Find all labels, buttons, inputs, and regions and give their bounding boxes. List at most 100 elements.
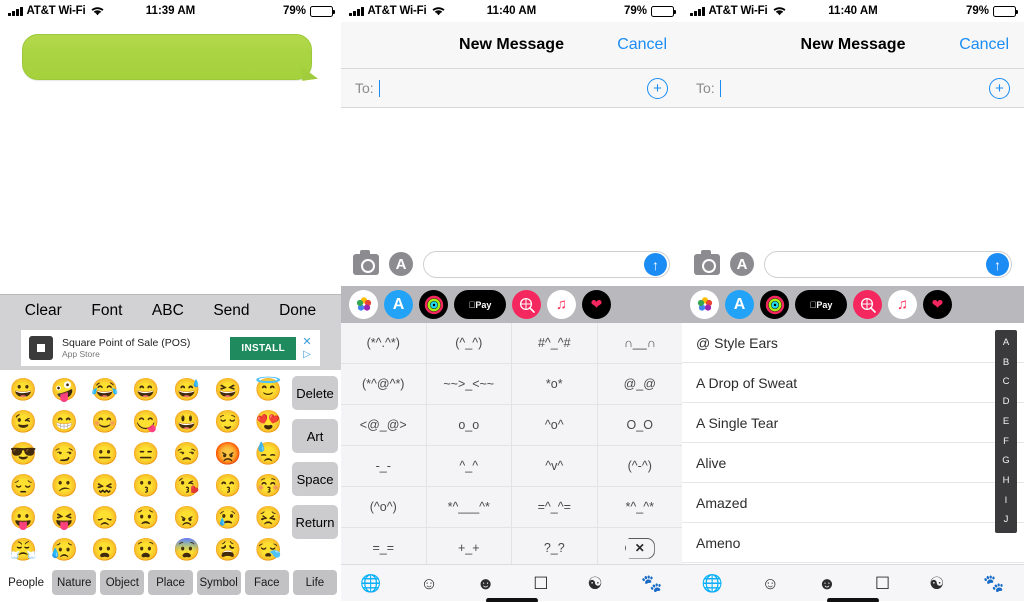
index-letter[interactable]: C bbox=[1003, 372, 1010, 392]
emoji-cell[interactable]: 😦 bbox=[91, 539, 118, 561]
emoji-cell[interactable]: 😉 bbox=[10, 411, 37, 433]
ad-close-icon[interactable]: ✕ bbox=[302, 336, 311, 348]
tab-symbol[interactable]: Symbol bbox=[196, 570, 241, 595]
message-input[interactable]: ↑ bbox=[764, 250, 1012, 278]
send-arrow-icon[interactable]: ↑ bbox=[644, 253, 667, 276]
kaomoji-cell[interactable]: ^v^ bbox=[512, 446, 597, 486]
kaomoji-backspace-cell[interactable]: ✕ bbox=[597, 528, 682, 568]
digital-touch-icon[interactable]: ❤ bbox=[582, 290, 611, 319]
emoji-cell[interactable]: 😪 bbox=[255, 539, 282, 561]
emoji-cell[interactable]: 😁 bbox=[51, 411, 78, 433]
emoji-cell[interactable]: 😇 bbox=[255, 379, 282, 401]
square-face-icon[interactable]: ☐ bbox=[533, 575, 548, 592]
list-item[interactable]: Ameno bbox=[682, 523, 1024, 563]
star-eyes-icon[interactable]: ☻ bbox=[818, 575, 836, 592]
index-letter[interactable]: G bbox=[1002, 451, 1009, 471]
index-letter[interactable]: B bbox=[1003, 353, 1009, 373]
emoji-cell[interactable]: 😓 bbox=[255, 443, 282, 465]
kaomoji-cell[interactable]: ^_^ bbox=[426, 446, 511, 486]
images-search-icon[interactable] bbox=[853, 290, 882, 319]
kaomoji-cell[interactable]: ^o^ bbox=[512, 405, 597, 445]
delete-key[interactable]: Delete bbox=[292, 376, 338, 410]
tab-object[interactable]: Object bbox=[100, 570, 145, 595]
kaomoji-cell[interactable]: *^_^* bbox=[597, 487, 682, 527]
emoji-cell[interactable]: 😟 bbox=[132, 507, 159, 529]
alphabet-index-bar[interactable]: A B C D E F G H I J bbox=[995, 330, 1017, 533]
camera-icon[interactable] bbox=[694, 249, 720, 275]
kaomoji-cell[interactable]: (*^.^*) bbox=[341, 323, 426, 363]
index-letter[interactable]: E bbox=[1003, 412, 1009, 432]
emoji-cell[interactable]: 😕 bbox=[51, 475, 78, 497]
ad-info-icon[interactable]: ▷ bbox=[303, 349, 311, 360]
emoji-cell[interactable]: 😑 bbox=[132, 443, 159, 465]
emoji-cell[interactable]: 😥 bbox=[51, 539, 78, 561]
index-letter[interactable]: F bbox=[1003, 431, 1009, 451]
smiley-icon[interactable]: ☺ bbox=[420, 575, 437, 592]
message-input[interactable]: ↑ bbox=[423, 250, 670, 278]
kaomoji-cell[interactable]: =^_^= bbox=[512, 487, 597, 527]
globe-icon[interactable]: 🌐 bbox=[701, 575, 722, 592]
recipient-field-row[interactable]: To: + bbox=[682, 69, 1024, 108]
emoji-cell[interactable]: 😏 bbox=[51, 443, 78, 465]
clear-button[interactable]: Clear bbox=[19, 300, 68, 322]
ad-banner[interactable]: Square Point of Sale (POS) App Store INS… bbox=[21, 330, 320, 366]
abc-button[interactable]: ABC bbox=[146, 300, 190, 322]
kaomoji-cell[interactable]: +_+ bbox=[426, 528, 511, 568]
recipient-field-row[interactable]: To: + bbox=[341, 69, 682, 108]
green-message-bubble[interactable] bbox=[22, 34, 312, 80]
square-face-icon[interactable]: ☐ bbox=[875, 575, 890, 592]
kaomoji-cell[interactable]: =_= bbox=[341, 528, 426, 568]
kaomoji-cell[interactable]: #^_^# bbox=[512, 323, 597, 363]
kaomoji-cell[interactable]: (^-^) bbox=[597, 446, 682, 486]
kaomoji-cell[interactable]: (*^@^*) bbox=[341, 364, 426, 404]
space-key[interactable]: Space bbox=[292, 462, 338, 496]
emoji-cell[interactable]: 😔 bbox=[10, 475, 37, 497]
emoji-cell[interactable]: 😤 bbox=[10, 539, 37, 561]
list-item[interactable]: Alive bbox=[682, 443, 1024, 483]
tab-place[interactable]: Place bbox=[148, 570, 193, 595]
tab-face[interactable]: Face bbox=[244, 570, 289, 595]
send-button[interactable]: Send bbox=[207, 300, 255, 322]
ad-install-button[interactable]: INSTALL bbox=[230, 336, 296, 360]
kaomoji-cell[interactable]: ?_? bbox=[512, 528, 597, 568]
kaomoji-cell[interactable]: (^_^) bbox=[426, 323, 511, 363]
music-icon[interactable]: ♫ bbox=[888, 290, 917, 319]
fitness-rings-icon[interactable] bbox=[419, 290, 448, 319]
emoji-cell[interactable]: 😗 bbox=[132, 475, 159, 497]
app-store-icon[interactable]: A bbox=[725, 290, 754, 319]
index-letter[interactable]: A bbox=[1003, 333, 1009, 353]
emoji-cell[interactable]: 😋 bbox=[132, 411, 159, 433]
add-contact-button[interactable]: + bbox=[647, 77, 668, 99]
app-store-icon[interactable]: A bbox=[384, 290, 413, 319]
font-button[interactable]: Font bbox=[85, 300, 128, 322]
images-search-icon[interactable] bbox=[512, 290, 541, 319]
emoji-cell[interactable]: 😧 bbox=[132, 539, 159, 561]
apple-pay-icon[interactable]: Pay bbox=[795, 290, 847, 319]
emoji-cell[interactable]: 😀 bbox=[10, 379, 37, 401]
emoji-cell[interactable]: 😣 bbox=[255, 507, 282, 529]
add-contact-button[interactable]: + bbox=[989, 77, 1010, 99]
paw-print-icon[interactable]: 🐾 bbox=[983, 575, 1004, 592]
kaomoji-cell[interactable]: (^o^) bbox=[341, 487, 426, 527]
tab-people[interactable]: People bbox=[4, 570, 48, 595]
camera-icon[interactable] bbox=[353, 249, 379, 275]
photos-icon[interactable] bbox=[690, 290, 719, 319]
kaomoji-cell[interactable]: *o* bbox=[512, 364, 597, 404]
kaomoji-cell[interactable]: <@_@> bbox=[341, 405, 426, 445]
emoji-cell[interactable]: 😞 bbox=[91, 507, 118, 529]
emoji-cell[interactable]: 😅 bbox=[173, 379, 200, 401]
emoji-cell[interactable]: 😨 bbox=[173, 539, 200, 561]
apple-pay-icon[interactable]: Pay bbox=[454, 290, 506, 319]
emoji-cell[interactable]: 😖 bbox=[91, 475, 118, 497]
emoji-cell[interactable]: 😘 bbox=[173, 475, 200, 497]
emoji-cell[interactable]: 😒 bbox=[173, 443, 200, 465]
tab-nature[interactable]: Nature bbox=[52, 570, 97, 595]
cancel-button[interactable]: Cancel bbox=[617, 36, 667, 54]
yin-yang-icon[interactable]: ☯ bbox=[929, 575, 944, 592]
kaomoji-cell[interactable]: @_@ bbox=[597, 364, 682, 404]
emoji-cell[interactable]: 😆 bbox=[214, 379, 241, 401]
emoji-cell[interactable]: 😛 bbox=[10, 507, 37, 529]
yin-yang-icon[interactable]: ☯ bbox=[587, 575, 602, 592]
fitness-rings-icon[interactable] bbox=[760, 290, 789, 319]
emoji-cell[interactable]: 😄 bbox=[132, 379, 159, 401]
